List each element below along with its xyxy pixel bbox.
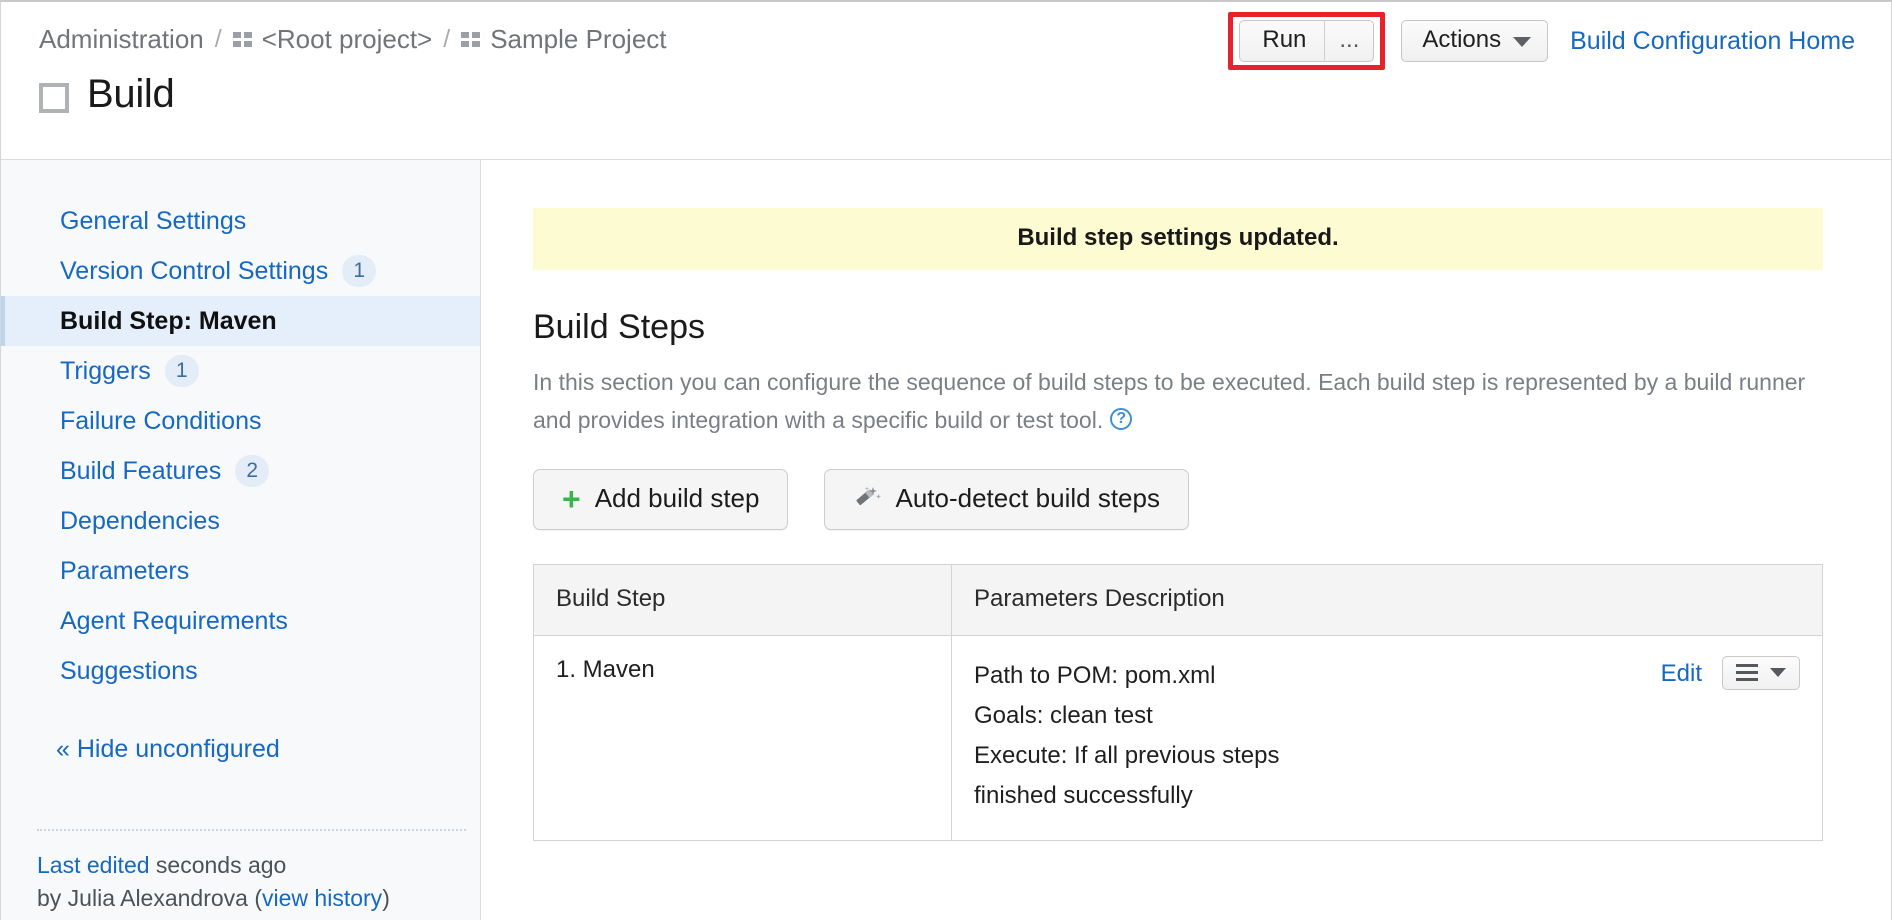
- chevron-down-icon: [1513, 37, 1532, 47]
- cell-build-step: 1. Maven: [533, 635, 952, 841]
- run-custom-build-button[interactable]: ...: [1324, 20, 1375, 62]
- build-configuration-home-link[interactable]: Build Configuration Home: [1570, 27, 1855, 56]
- column-header-parameters-description: Parameters Description: [951, 564, 1823, 636]
- breadcrumb: Administration / <Root project> / Sample…: [39, 24, 667, 55]
- sidebar-item-badge: 2: [235, 455, 270, 487]
- actions-label: Actions: [1422, 26, 1502, 53]
- sidebar-item-label: Suggestions: [60, 656, 198, 685]
- section-description-text: In this section you can configure the se…: [533, 369, 1806, 433]
- sidebar-item-agent-requirements[interactable]: Agent Requirements: [1, 596, 480, 646]
- table-row: 1. Maven Path to POM: pom.xml Goals: clean…: [533, 635, 1823, 841]
- status-notice-banner: Build step settings updated.: [533, 208, 1823, 270]
- sidebar-item-suggestions[interactable]: Suggestions: [1, 646, 480, 696]
- sidebar-item-triggers[interactable]: Triggers 1: [1, 346, 480, 396]
- sidebar-item-parameters[interactable]: Parameters: [1, 546, 480, 596]
- run-button-highlight: Run ...: [1228, 12, 1386, 70]
- section-title: Build Steps: [533, 308, 705, 346]
- add-build-step-button[interactable]: + Add build step: [533, 469, 789, 530]
- hide-unconfigured-link[interactable]: « Hide unconfigured: [1, 726, 480, 772]
- plus-icon: +: [562, 480, 581, 517]
- row-actions: Edit: [1409, 656, 1800, 692]
- sidebar-item-dependencies[interactable]: Dependencies: [1, 496, 480, 546]
- grid-icon: [232, 31, 253, 52]
- sidebar-item-badge: 1: [164, 355, 199, 387]
- sidebar-footer: Last edited seconds ago by Julia Alexand…: [37, 829, 466, 915]
- column-header-build-step: Build Step: [533, 564, 952, 636]
- sidebar-item-badge: 1: [342, 255, 377, 287]
- header-actions: Run ... Actions Build Configuration Home: [1228, 12, 1855, 70]
- view-history-link[interactable]: view history: [262, 885, 382, 911]
- breadcrumb-item-root-project[interactable]: <Root project>: [262, 24, 433, 55]
- build-step-actions: + Add build step Auto-detect build steps: [533, 469, 1847, 530]
- teamcity-build-config-page: Administration / <Root project> / Sample…: [0, 0, 1892, 920]
- sidebar-item-label: Triggers: [60, 356, 151, 385]
- sidebar-item-build-features[interactable]: Build Features 2: [1, 446, 480, 496]
- table-header-row: Build Step Parameters Description: [533, 564, 1823, 636]
- sidebar-item-label: Version Control Settings: [60, 256, 329, 285]
- magic-wand-icon: [853, 486, 882, 512]
- breadcrumb-item-sample-project[interactable]: Sample Project: [490, 24, 666, 55]
- page-title-row: Build: [39, 72, 175, 117]
- main-content: Build step settings updated. Build Steps…: [481, 160, 1891, 920]
- auto-detect-label: Auto-detect build steps: [895, 483, 1160, 513]
- sidebar-item-build-step-maven: Build Step: Maven: [1, 296, 480, 346]
- parameter-line: Path to POM: pom.xml: [974, 662, 1216, 689]
- row-menu-button[interactable]: [1722, 656, 1800, 690]
- sidebar-item-failure-conditions[interactable]: Failure Conditions: [1, 396, 480, 446]
- chevron-down-icon: [1770, 668, 1786, 677]
- cell-parameters-description: Path to POM: pom.xml Goals: clean test Exe…: [951, 635, 1387, 841]
- edit-build-step-link[interactable]: Edit: [1661, 656, 1702, 692]
- paren-open: (: [254, 885, 263, 911]
- paren-close: ): [382, 885, 390, 911]
- cell-row-actions: Edit: [1387, 635, 1823, 841]
- add-build-step-label: Add build step: [594, 483, 760, 513]
- breadcrumb-separator: /: [443, 25, 451, 53]
- sidebar-item-label: Failure Conditions: [60, 406, 262, 435]
- author-name: by Julia Alexandrova: [37, 885, 248, 911]
- sidebar-item-label: Build Step: Maven: [60, 306, 277, 335]
- last-edited-link[interactable]: Last edited: [37, 852, 150, 878]
- table-head: Build Step Parameters Description: [533, 564, 1823, 636]
- sidebar-item-general-settings[interactable]: General Settings: [1, 196, 480, 246]
- sidebar-item-label: Parameters: [60, 556, 190, 585]
- sidebar-nav-list: General Settings Version Control Settings…: [1, 196, 480, 696]
- settings-sidebar: General Settings Version Control Settings…: [1, 160, 481, 920]
- auto-detect-build-steps-button[interactable]: Auto-detect build steps: [824, 469, 1189, 530]
- page-title: Build: [87, 72, 175, 116]
- list-icon: [1736, 664, 1758, 681]
- last-edited-time: seconds ago: [155, 852, 287, 878]
- section-description: In this section you can configure the se…: [533, 363, 1823, 439]
- breadcrumb-item-administration[interactable]: Administration: [39, 24, 204, 55]
- parameter-line: Goals: clean test: [974, 702, 1153, 729]
- actions-dropdown-button[interactable]: Actions: [1401, 20, 1549, 62]
- sidebar-item-label: Build Features: [60, 456, 222, 485]
- sidebar-item-label: Dependencies: [60, 506, 220, 535]
- run-split-button: Run ...: [1239, 20, 1375, 62]
- table-body: 1. Maven Path to POM: pom.xml Goals: clean…: [533, 635, 1823, 841]
- last-edited-line: Last edited seconds ago: [37, 849, 466, 882]
- grid-icon: [461, 31, 481, 52]
- sidebar-item-label: Agent Requirements: [60, 606, 288, 635]
- build-steps-table: Build Step Parameters Description 1. Mav…: [533, 564, 1823, 841]
- author-line: by Julia Alexandrova (view history): [37, 882, 466, 915]
- run-button[interactable]: Run: [1239, 20, 1325, 62]
- page-body: General Settings Version Control Settings…: [1, 160, 1891, 920]
- build-config-icon: [39, 82, 69, 113]
- breadcrumb-separator: /: [214, 25, 222, 53]
- sidebar-item-label: General Settings: [60, 206, 247, 235]
- parameter-line: Execute: If all previous steps finished …: [974, 742, 1280, 809]
- sidebar-item-version-control-settings[interactable]: Version Control Settings 1: [1, 246, 480, 296]
- help-icon[interactable]: ?: [1110, 408, 1133, 430]
- page-header: Administration / <Root project> / Sample…: [1, 2, 1891, 160]
